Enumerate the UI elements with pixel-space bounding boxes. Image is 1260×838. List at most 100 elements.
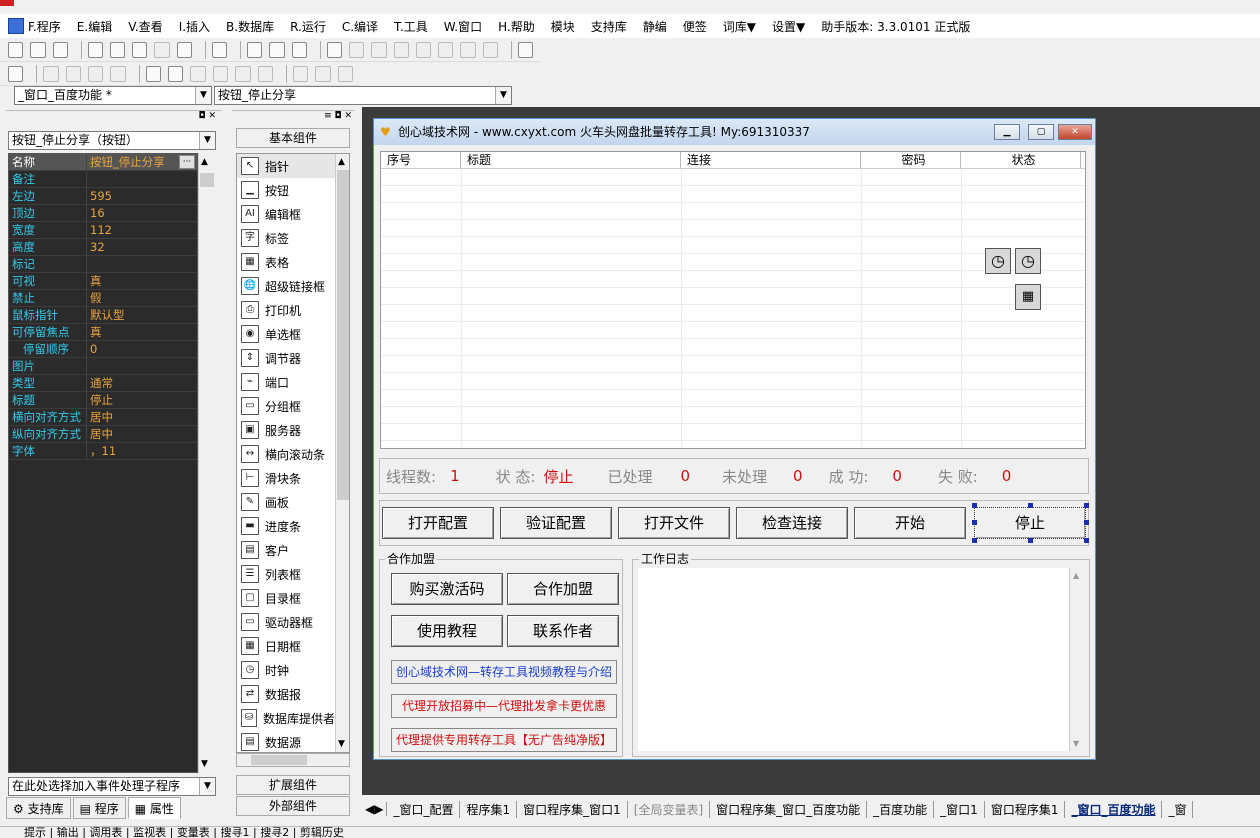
menu-notes[interactable]: 便签 xyxy=(683,18,707,35)
property-row[interactable]: 可停留焦点真 xyxy=(9,324,197,341)
component-item[interactable]: ⛁ 数据库提供者 xyxy=(237,706,335,730)
save-icon[interactable] xyxy=(52,41,68,58)
column-index[interactable]: 序号 xyxy=(381,152,461,168)
tab-support-lib[interactable]: ⚙ 支持库 xyxy=(6,797,71,819)
property-value[interactable]: 停止 xyxy=(87,392,197,408)
property-row[interactable]: 图片 xyxy=(9,358,197,375)
v-space-icon[interactable] xyxy=(257,65,273,82)
property-value[interactable] xyxy=(87,358,197,374)
scroll-thumb[interactable] xyxy=(337,170,349,500)
menu-database[interactable]: B.数据库 xyxy=(226,18,274,35)
layout-1-icon[interactable] xyxy=(247,41,263,58)
clock-icon[interactable]: ◷ xyxy=(1015,248,1041,274)
center-vertical-icon[interactable] xyxy=(168,65,184,82)
object-combo[interactable]: 按钮_停止分享（按钮） ▼ xyxy=(8,131,216,150)
chevron-down-icon[interactable]: ▼ xyxy=(199,778,215,795)
property-row[interactable]: 顶边 16 xyxy=(9,205,197,222)
property-scrollbar[interactable]: ▲ ▼ xyxy=(198,153,215,773)
component-item[interactable]: ↔ 横向滚动条 xyxy=(237,442,335,466)
property-row[interactable]: 鼠标指针 默认型 xyxy=(9,307,197,324)
step-out-icon[interactable] xyxy=(438,41,454,58)
size-width-icon[interactable] xyxy=(292,65,309,82)
check-link-button[interactable]: 检查连接 xyxy=(736,507,848,539)
property-row[interactable]: 备注 xyxy=(9,171,197,188)
scroll-down-icon[interactable]: ▼ xyxy=(1073,739,1079,748)
align-left-icon[interactable] xyxy=(43,65,59,82)
clock-icon[interactable]: ◷ xyxy=(985,248,1011,274)
align-bottom-icon[interactable] xyxy=(110,65,126,82)
menu-window[interactable]: W.窗口 xyxy=(444,18,482,35)
close-button[interactable]: ✕ xyxy=(1058,124,1092,140)
property-value[interactable]: 默认型 xyxy=(87,307,197,323)
layout-2-icon[interactable] xyxy=(269,41,285,58)
panel-close-icon[interactable]: ◘ ✕ xyxy=(198,111,216,121)
component-item[interactable]: ▭ 驱动器框 xyxy=(237,610,335,634)
menu-insert[interactable]: I.插入 xyxy=(179,18,210,35)
tab-window-program-set-baidu[interactable]: 窗口程序集_窗口_百度功能 xyxy=(710,800,868,818)
component-item[interactable]: ▢ 目录框 xyxy=(237,586,335,610)
property-value[interactable]: 假 xyxy=(87,290,197,306)
tab-program-set-1[interactable]: 程序集1 xyxy=(460,800,518,818)
property-value[interactable]: 32 xyxy=(87,239,197,255)
watch-tab[interactable]: 监视表 xyxy=(133,827,166,838)
selection-handle[interactable] xyxy=(1084,520,1089,525)
step-over-icon[interactable] xyxy=(415,41,432,58)
menu-dictionary[interactable]: 词库▼ xyxy=(723,18,756,35)
component-hscrollbar[interactable] xyxy=(236,753,350,767)
tab-program[interactable]: ▤ 程序 xyxy=(72,797,126,819)
tab-window-config[interactable]: _窗口_配置 xyxy=(387,800,461,818)
step-into-icon[interactable] xyxy=(393,41,409,58)
open-file-button[interactable]: 打开文件 xyxy=(618,507,730,539)
property-row[interactable]: 类型 通常 xyxy=(9,375,197,392)
join-button[interactable]: 合作加盟 xyxy=(507,573,619,605)
tab-properties[interactable]: ▦ 属性 xyxy=(127,797,181,819)
open-config-button[interactable]: 打开配置 xyxy=(382,507,494,539)
scroll-up-icon[interactable]: ▲ xyxy=(338,157,345,167)
selection-handle[interactable] xyxy=(972,538,977,543)
center-horizontal-icon[interactable] xyxy=(145,65,162,82)
step-icon[interactable] xyxy=(371,41,387,58)
component-item[interactable]: ⎙ 打印机 xyxy=(237,298,335,322)
property-value[interactable]: 真 xyxy=(87,324,197,340)
component-item[interactable]: 🌐 超级链接框 xyxy=(237,274,335,298)
start-button[interactable]: 开始 xyxy=(854,507,966,539)
ellipsis-icon[interactable]: ··· xyxy=(179,155,195,169)
verify-config-button[interactable]: 验证配置 xyxy=(500,507,612,539)
property-row[interactable]: 宽度 112 xyxy=(9,222,197,239)
chevron-down-icon[interactable]: ▼ xyxy=(495,87,511,104)
same-width-icon[interactable] xyxy=(212,65,229,82)
property-value[interactable]: 居中 xyxy=(87,426,197,442)
selection-handle[interactable] xyxy=(1084,503,1089,508)
property-value[interactable]: 通常 xyxy=(87,375,197,391)
selection-handle[interactable] xyxy=(1028,503,1033,508)
menu-settings[interactable]: 设置▼ xyxy=(772,18,805,35)
property-value[interactable]: 112 xyxy=(87,222,197,238)
component-item[interactable]: ↖ 指针 xyxy=(237,154,335,178)
event-combo[interactable]: 在此处选择加入事件处理子程序 ▼ xyxy=(8,777,216,796)
tab-window-baidu-function[interactable]: _窗口_百度功能 xyxy=(1065,800,1163,818)
selection-handle[interactable] xyxy=(972,520,977,525)
external-components-button[interactable]: 外部组件 xyxy=(236,796,350,816)
component-item[interactable]: ▁ 按钮 xyxy=(237,178,335,202)
run-to-cursor-icon[interactable] xyxy=(460,41,476,58)
extended-components-button[interactable]: 扩展组件 xyxy=(236,775,350,795)
property-row[interactable]: 纵向对齐方式 居中 xyxy=(9,426,197,443)
stop-button[interactable]: 停止 xyxy=(974,507,1086,539)
agent-tool-link[interactable]: 代理提供专用转存工具【无广告纯净版】 xyxy=(391,728,617,752)
property-row[interactable]: 字体 ，11 xyxy=(9,443,197,460)
search2-tab[interactable]: 搜寻2 xyxy=(260,827,289,838)
form-window[interactable]: ♥ 创心域技术网 - www.cxyxt.com 火车头网盘批量转存工具! My… xyxy=(373,118,1096,760)
property-value[interactable] xyxy=(87,256,197,272)
open-folder-icon[interactable] xyxy=(30,41,46,58)
hint-tab[interactable]: 提示 xyxy=(24,827,46,838)
tab-window-truncated[interactable]: _窗 xyxy=(1162,800,1194,818)
h-space-icon[interactable] xyxy=(235,65,251,82)
component-item[interactable]: ▬ 进度条 xyxy=(237,514,335,538)
property-value[interactable] xyxy=(87,171,197,187)
agent-recruit-link[interactable]: 代理开放招募中—代理批发拿卡更优惠 xyxy=(391,694,617,718)
selection-handle[interactable] xyxy=(972,503,977,508)
tutorial-button[interactable]: 使用教程 xyxy=(391,615,503,647)
property-row[interactable]: 名称 按钮_停止分享 ··· xyxy=(9,154,197,171)
component-item[interactable]: 字标签 xyxy=(237,226,335,250)
buy-code-button[interactable]: 购买激活码 xyxy=(391,573,503,605)
